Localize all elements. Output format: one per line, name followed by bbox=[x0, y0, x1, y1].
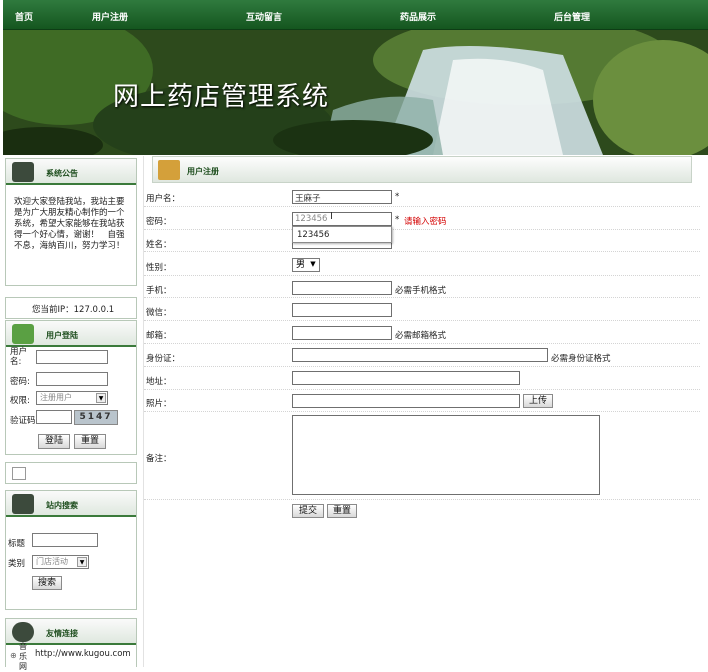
ip-box: 您当前IP：127.0.0.1 bbox=[5, 297, 137, 319]
announcement-text: 欢迎大家登陆我站，我站主要是为广大朋友精心制作的一个系统，希望大家能够在我站获得… bbox=[14, 197, 125, 251]
remark-label: 备注： bbox=[146, 454, 172, 464]
email-input[interactable] bbox=[292, 326, 392, 340]
username-input[interactable]: 王麻子 bbox=[292, 190, 392, 204]
form-row bbox=[144, 230, 700, 252]
login-password-label: 密码: bbox=[10, 377, 30, 387]
login-captcha-label: 验证码 bbox=[10, 416, 36, 426]
search-box: 站内搜索 标题 类别 门店活动 ▼ 搜索 bbox=[5, 490, 137, 610]
login-username-label: 用户名: bbox=[10, 347, 28, 367]
phone-hint: 必需手机格式 bbox=[395, 286, 447, 296]
chevron-down-icon: ▼ bbox=[77, 557, 87, 567]
announcement-title: 系统公告 bbox=[46, 169, 78, 178]
login-role-select[interactable]: 注册用户 ▼ bbox=[36, 391, 108, 405]
login-role-value: 注册用户 bbox=[40, 393, 72, 402]
gender-label: 性别： bbox=[146, 263, 172, 273]
search-title-label: 标题 bbox=[8, 539, 26, 549]
email-label: 邮箱： bbox=[146, 331, 172, 341]
placeholder-image bbox=[12, 467, 26, 480]
login-username-input[interactable] bbox=[36, 350, 108, 364]
username-required-mark: * bbox=[395, 192, 400, 202]
login-captcha-input[interactable] bbox=[36, 410, 72, 424]
photo-input[interactable] bbox=[292, 394, 520, 408]
login-header: 用户登陆 bbox=[6, 321, 136, 347]
gender-select[interactable]: 男 ▼ bbox=[292, 258, 320, 272]
link-url[interactable]: http://www.kugou.com bbox=[35, 649, 131, 659]
document-icon bbox=[158, 160, 180, 180]
search-button[interactable]: 搜索 bbox=[32, 576, 62, 590]
search-category-value: 门店活动 bbox=[36, 557, 68, 566]
username-label: 用户名： bbox=[146, 194, 181, 204]
speaker-icon bbox=[12, 162, 34, 182]
nav-messages[interactable]: 互动留言 bbox=[246, 10, 282, 23]
site-title: 网上药店管理系统 bbox=[113, 82, 330, 112]
login-box: 用户登陆 用户名: 密码: 权限: 注册用户 ▼ 验证码 5147 登陆 重置 bbox=[5, 320, 137, 455]
name-label: 姓名： bbox=[146, 240, 172, 250]
remark-textarea[interactable] bbox=[292, 415, 600, 495]
address-label: 地址： bbox=[146, 377, 172, 387]
waterfall-scenery-image bbox=[3, 30, 708, 155]
search-category-label: 类别 bbox=[8, 559, 26, 569]
nav-home[interactable]: 首页 bbox=[15, 10, 33, 23]
chevron-down-icon: ▼ bbox=[310, 260, 316, 268]
autocomplete-option[interactable]: 123456 bbox=[297, 230, 329, 240]
ip-text: 您当前IP：127.0.0.1 bbox=[32, 305, 115, 315]
phone-input[interactable] bbox=[292, 281, 392, 295]
search-icon bbox=[12, 494, 34, 514]
search-title: 站内搜索 bbox=[46, 501, 78, 510]
login-role-label: 权限: bbox=[10, 396, 30, 406]
idcard-input[interactable] bbox=[292, 348, 548, 362]
nav-drugs[interactable]: 药品展示 bbox=[400, 10, 436, 23]
nav-register[interactable]: 用户注册 bbox=[92, 10, 128, 23]
form-row bbox=[144, 184, 700, 207]
photo-label: 照片： bbox=[146, 399, 172, 409]
captcha-image[interactable]: 5147 bbox=[74, 410, 118, 425]
idcard-label: 身份证： bbox=[146, 354, 181, 364]
link-name[interactable]: 音乐网 bbox=[19, 642, 29, 672]
login-title: 用户登陆 bbox=[46, 331, 78, 340]
chevron-down-icon: ▼ bbox=[96, 393, 106, 403]
login-reset-button[interactable]: 重置 bbox=[74, 434, 106, 449]
wechat-input[interactable] bbox=[292, 303, 392, 317]
autocomplete-dropdown[interactable]: 123456 bbox=[292, 226, 392, 243]
form-row bbox=[144, 298, 700, 321]
links-title: 友情连接 bbox=[46, 629, 78, 638]
form-header: 用户注册 bbox=[152, 156, 692, 183]
form-row bbox=[144, 252, 700, 276]
login-button[interactable]: 登陆 bbox=[38, 434, 70, 449]
email-hint: 必需邮箱格式 bbox=[395, 331, 447, 341]
password-required-mark: * bbox=[395, 215, 400, 225]
empty-box bbox=[5, 462, 137, 484]
links-box: 友情连接 ⊕ 音乐网 http://www.kugou.com bbox=[5, 618, 137, 671]
announcement-header: 系统公告 bbox=[6, 159, 136, 185]
password-input[interactable]: 123456 bbox=[292, 212, 392, 226]
reset-button[interactable]: 重置 bbox=[327, 504, 357, 518]
search-title-input[interactable] bbox=[32, 533, 98, 547]
submit-button[interactable]: 提交 bbox=[292, 504, 324, 518]
nav-admin[interactable]: 后台管理 bbox=[554, 10, 590, 23]
user-icon bbox=[12, 324, 34, 344]
search-header: 站内搜索 bbox=[6, 491, 136, 517]
upload-button[interactable]: 上传 bbox=[523, 394, 553, 408]
login-password-input[interactable] bbox=[36, 372, 108, 386]
password-label: 密码： bbox=[146, 217, 172, 227]
bullet-icon: ⊕ bbox=[10, 651, 17, 660]
search-category-select[interactable]: 门店活动 ▼ bbox=[32, 555, 89, 569]
password-error: 请输入密码 bbox=[404, 217, 447, 227]
at-sign-icon bbox=[12, 622, 34, 642]
banner: 网上药店管理系统 bbox=[3, 30, 708, 155]
phone-label: 手机： bbox=[146, 286, 172, 296]
form-title: 用户注册 bbox=[187, 167, 219, 176]
idcard-hint: 必需身份证格式 bbox=[551, 354, 611, 364]
wechat-label: 微信： bbox=[146, 308, 172, 318]
top-nav: 首页 用户注册 互动留言 药品展示 后台管理 bbox=[3, 0, 708, 30]
announcement-box: 系统公告 欢迎大家登陆我站，我站主要是为广大朋友精心制作的一个系统，希望大家能够… bbox=[5, 158, 137, 286]
text-cursor-icon: I bbox=[330, 211, 333, 222]
gender-value: 男 bbox=[296, 260, 306, 270]
address-input[interactable] bbox=[292, 371, 520, 385]
